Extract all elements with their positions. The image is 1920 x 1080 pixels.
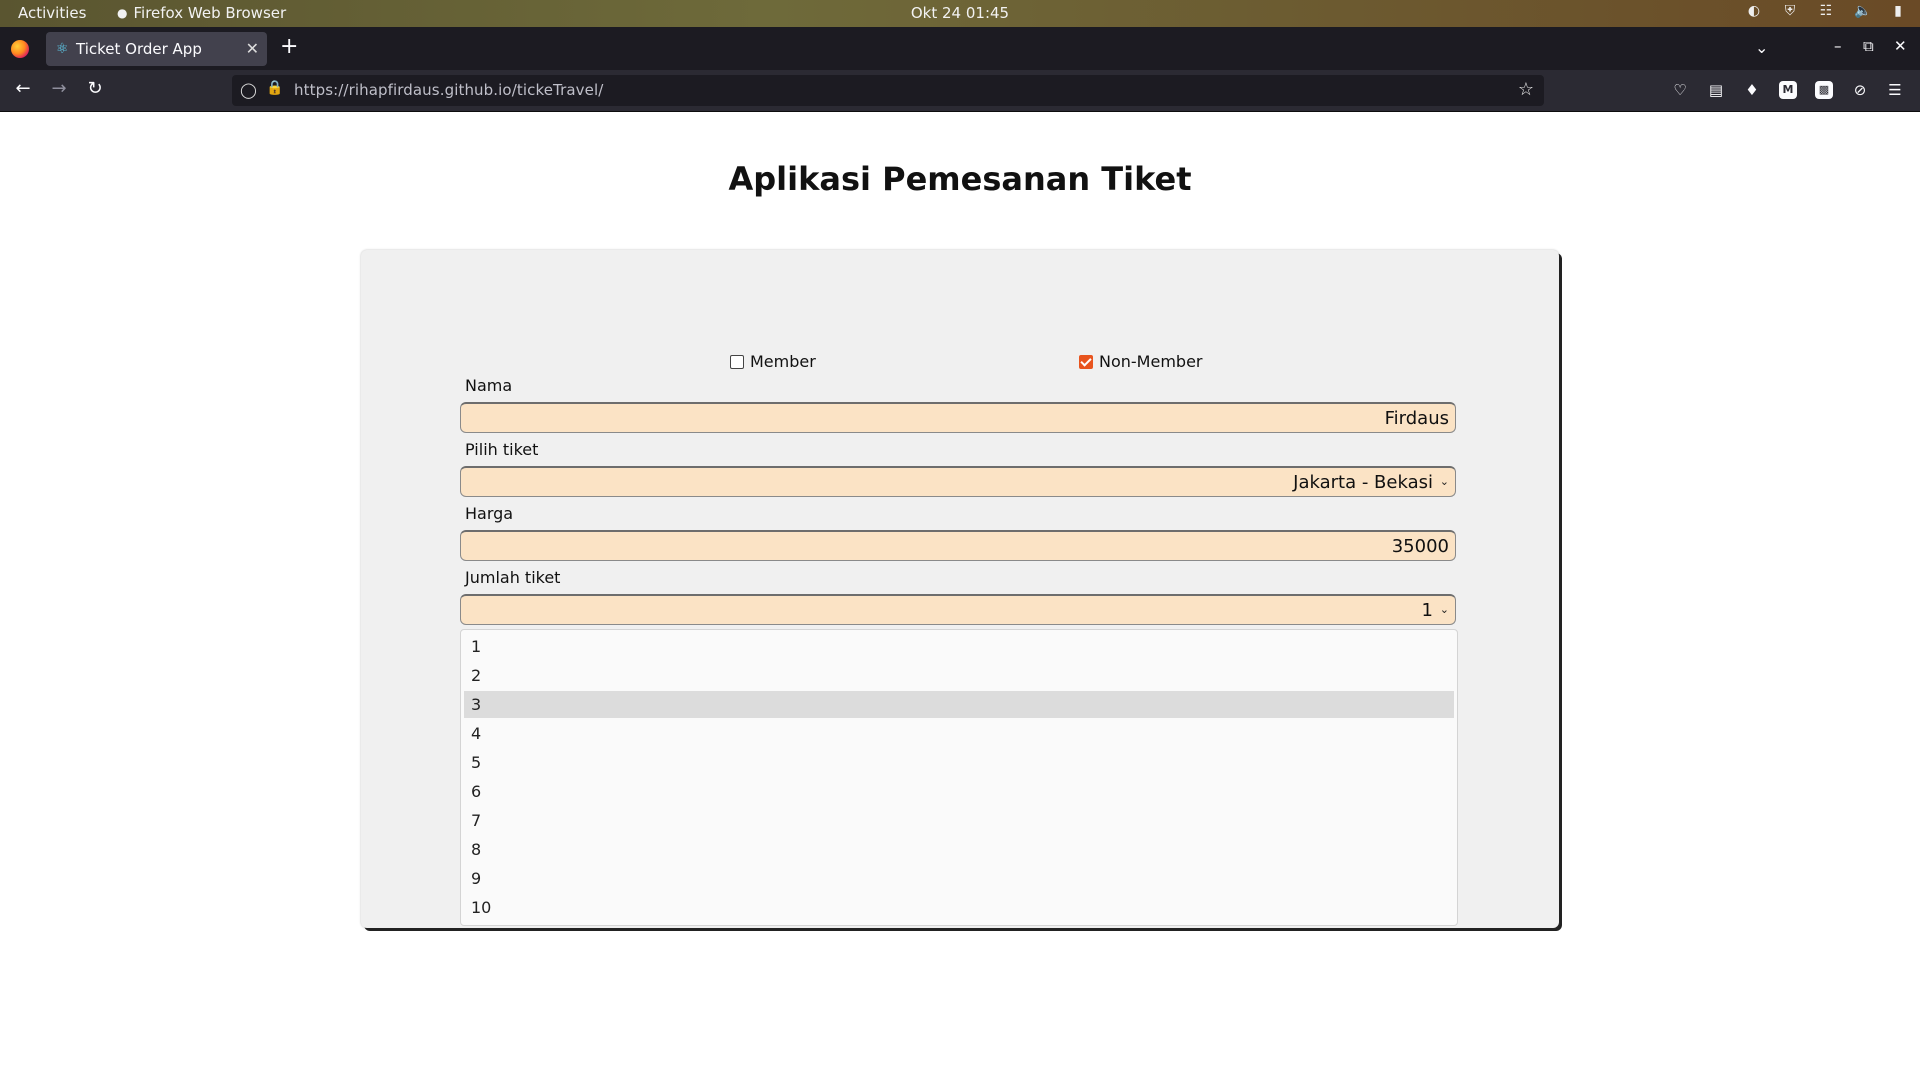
tracking-protection-icon[interactable]: ◯ <box>240 81 257 99</box>
pilih-tiket-value: Jakarta - Bekasi <box>1293 472 1433 493</box>
member-label: Member <box>750 352 816 371</box>
reader-view-icon[interactable]: ▤ <box>1707 81 1725 99</box>
member-checkbox[interactable] <box>730 354 744 369</box>
dropdown-option[interactable]: 5 <box>464 749 1454 776</box>
clock[interactable]: Okt 24 01:45 <box>911 4 1009 22</box>
minimize-icon[interactable]: – <box>1834 37 1842 55</box>
battery-icon[interactable]: ▮ <box>1890 3 1906 19</box>
nonmember-checkbox[interactable] <box>1079 354 1093 369</box>
new-tab-icon[interactable]: + <box>280 36 298 58</box>
jumlah-tiket-value: 1 <box>1421 600 1433 621</box>
m-extension-icon[interactable]: M <box>1779 81 1797 99</box>
nonmember-option[interactable]: Non-Member <box>1079 352 1202 371</box>
dropdown-option[interactable]: 9 <box>464 865 1454 892</box>
hamburger-menu-icon[interactable]: ☰ <box>1886 81 1904 99</box>
nama-value: Firdaus <box>1384 408 1449 429</box>
tab-ticket-order-app[interactable]: ⚛ Ticket Order App ✕ <box>46 32 267 66</box>
pocket-icon[interactable]: ♡ <box>1671 81 1689 99</box>
navigation-bar: ← → ↻ ◯ 🔒 https://rihapfirdaus.github.io… <box>0 70 1920 112</box>
reload-icon[interactable]: ↻ <box>84 79 106 99</box>
dropdown-option[interactable]: 8 <box>464 836 1454 863</box>
list-all-tabs-icon[interactable]: ⌄ <box>1755 38 1768 57</box>
harga-label: Harga <box>465 504 514 523</box>
nonmember-label: Non-Member <box>1099 352 1203 371</box>
jumlah-tiket-dropdown[interactable]: 1 2 3 4 5 6 7 8 9 10 <box>460 629 1458 926</box>
bitwarden-icon[interactable]: ▩ <box>1815 81 1833 99</box>
dropdown-option[interactable]: 4 <box>464 720 1454 747</box>
harga-value: 35000 <box>1391 536 1449 557</box>
jumlah-tiket-select[interactable]: 1 ⌄ <box>460 594 1456 625</box>
close-window-icon[interactable]: ✕ <box>1894 37 1907 55</box>
lock-icon[interactable]: 🔒 <box>266 80 283 96</box>
shield-tray-icon[interactable]: ⛨ <box>1782 3 1798 19</box>
firefox-logo-icon <box>11 40 29 58</box>
dropdown-option[interactable]: 2 <box>464 662 1454 689</box>
system-top-bar: Activities ● Firefox Web Browser Okt 24 … <box>0 0 1920 27</box>
nama-input[interactable]: Firdaus <box>460 402 1456 433</box>
app-menu[interactable]: ● Firefox Web Browser <box>117 4 286 22</box>
chevron-down-icon: ⌄ <box>1439 603 1449 616</box>
chevron-down-icon: ⌄ <box>1439 475 1449 488</box>
jumlah-tiket-label: Jumlah tiket <box>465 568 561 587</box>
page-title: Aplikasi Pemesanan Tiket <box>728 160 1192 198</box>
dropdown-option[interactable]: 7 <box>464 807 1454 834</box>
bookmark-star-icon[interactable]: ☆ <box>1518 79 1534 100</box>
app-name: Firefox Web Browser <box>133 4 287 22</box>
dropdown-option[interactable]: 3 <box>464 691 1454 718</box>
extensions-icon[interactable]: ♦ <box>1743 81 1761 99</box>
member-option[interactable]: Member <box>730 352 816 371</box>
system-tray[interactable]: ◐ ⛨ ☷ 🔈 ▮ <box>1746 3 1906 19</box>
pilih-tiket-label: Pilih tiket <box>465 440 539 459</box>
compass-icon[interactable]: ⊘ <box>1851 81 1869 99</box>
dropdown-option[interactable]: 1 <box>464 633 1454 660</box>
pilih-tiket-select[interactable]: Jakarta - Bekasi ⌄ <box>460 466 1456 497</box>
restore-icon[interactable]: ⧉ <box>1863 37 1874 55</box>
url-text[interactable]: https://rihapfirdaus.github.io/tickeTrav… <box>294 81 603 99</box>
react-favicon-icon: ⚛ <box>56 41 69 57</box>
network-icon[interactable]: ☷ <box>1818 3 1834 19</box>
nama-label: Nama <box>465 376 513 395</box>
tab-title: Ticket Order App <box>76 40 202 58</box>
activities-button[interactable]: Activities <box>18 4 86 22</box>
tab-strip: ⚛ Ticket Order App ✕ + ⌄ – ⧉ ✕ <box>0 27 1920 70</box>
firefox-small-icon: ● <box>117 6 128 20</box>
update-icon[interactable]: ◐ <box>1746 3 1762 19</box>
volume-icon[interactable]: 🔈 <box>1854 3 1871 19</box>
dropdown-option[interactable]: 10 <box>464 894 1454 921</box>
forward-icon[interactable]: → <box>48 79 70 99</box>
dropdown-option[interactable]: 6 <box>464 778 1454 805</box>
harga-input[interactable]: 35000 <box>460 530 1456 561</box>
back-icon[interactable]: ← <box>12 79 34 99</box>
close-tab-icon[interactable]: ✕ <box>246 39 259 58</box>
url-bar[interactable]: ◯ 🔒 https://rihapfirdaus.github.io/ticke… <box>232 75 1544 106</box>
